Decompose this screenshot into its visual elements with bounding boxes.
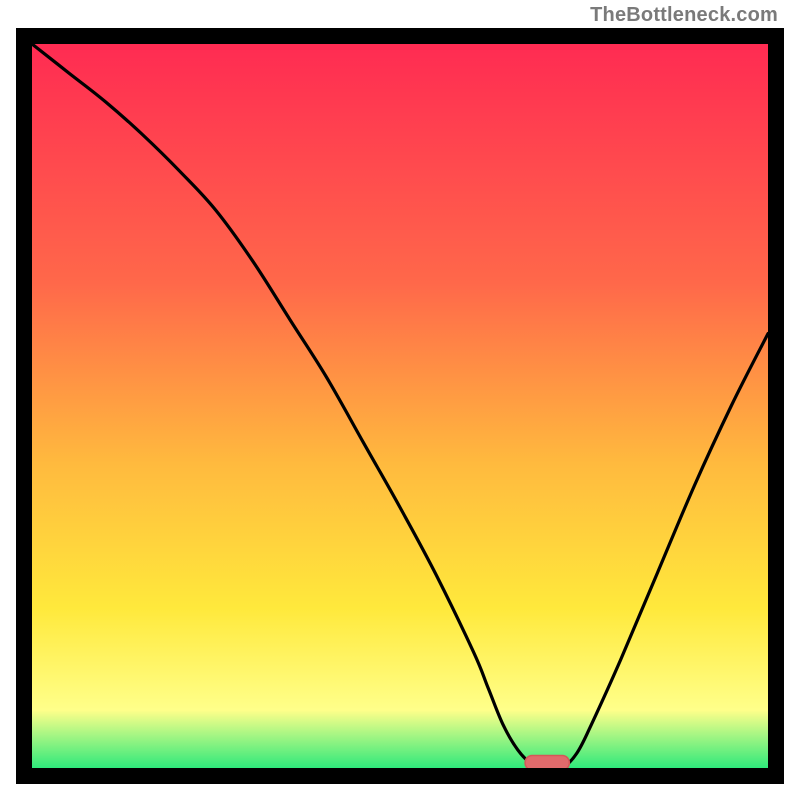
optimal-marker — [525, 756, 569, 769]
watermark-text: TheBottleneck.com — [590, 4, 778, 27]
gradient-background — [32, 44, 768, 768]
bottleneck-chart — [32, 44, 768, 768]
